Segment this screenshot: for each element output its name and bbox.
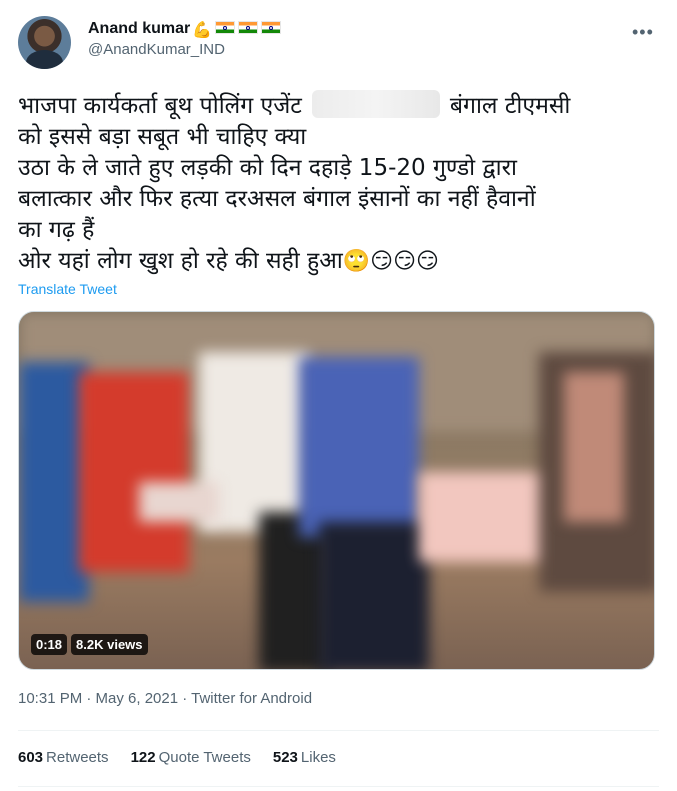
tweet-text-segment: ओर यहां लोग खुश हो रहे की सही हुआ (18, 248, 343, 274)
divider (18, 786, 659, 787)
tweet-line: का गढ़ हैं (18, 217, 95, 243)
quote-tweets-label: Quote Tweets (158, 749, 251, 766)
smirking-face-emoji: 😏 (416, 249, 439, 274)
divider (18, 730, 659, 731)
retweets-stat[interactable]: 603 Retweets (18, 749, 109, 766)
face-rolling-eyes-emoji: 🙄 (342, 249, 371, 274)
tweet-line: भाजपा कार्यकर्ता बूथ पोलिंग एजेंट बंगाल ट… (18, 90, 658, 122)
tweet-text-segment: बंगाल टीएमसी (449, 93, 571, 119)
video-frame-shape (319, 522, 429, 669)
quote-tweets-count: 122 (130, 749, 156, 766)
retweets-count: 603 (18, 749, 44, 766)
likes-count: 523 (272, 749, 298, 766)
author-block: Anand kumar 💪 @AnandKumar_IND (88, 18, 282, 60)
more-options-icon[interactable]: ••• (632, 22, 654, 43)
tweet-line: उठा के ले जाते हुए लड़की को दिन दहाड़े 1… (18, 155, 517, 181)
display-name-row[interactable]: Anand kumar 💪 (88, 18, 282, 40)
video-duration: 0:18 (31, 634, 68, 655)
likes-label: Likes (300, 749, 336, 766)
video-meta: 0:18 8.2K views (31, 634, 148, 655)
handle[interactable]: @AnandKumar_IND (88, 40, 281, 60)
video-frame-shape (79, 372, 189, 572)
video-frame-shape (139, 482, 219, 522)
tweet-line: को इससे बड़ा सबूत भी चाहिए क्या (18, 124, 307, 150)
video-frame-shape (299, 357, 419, 537)
flexed-biceps-emoji: 💪 (192, 22, 213, 39)
tweet-text-segment: भाजपा कार्यकर्ता बूथ पोलिंग एजेंट (18, 93, 302, 119)
quote-tweets-stat[interactable]: 122 Quote Tweets (131, 749, 251, 766)
translate-tweet-link[interactable]: Translate Tweet (18, 281, 117, 297)
avatar[interactable] (18, 16, 71, 69)
display-name[interactable]: Anand kumar (88, 20, 190, 37)
likes-stat[interactable]: 523 Likes (273, 749, 336, 766)
video-player[interactable]: 0:18 8.2K views (18, 311, 655, 670)
india-flag-icon (261, 21, 282, 34)
india-flag-icon (238, 21, 259, 34)
tweet-line: ओर यहां लोग खुश हो रहे की सही हुआ🙄😏😏😏 (18, 246, 658, 277)
tweet-text: भाजपा कार्यकर्ता बूथ पोलिंग एजेंट बंगाल ट… (18, 90, 658, 277)
india-flag-icon (215, 21, 236, 34)
video-frame-shape (564, 372, 624, 522)
name-badges: 💪 (192, 21, 282, 40)
smirking-face-emoji: 😏 (393, 249, 417, 274)
smirking-face-emoji: 😏 (370, 249, 394, 274)
tweet-line: बलात्कार और फिर हत्या दरअसल बंगाल इंसानो… (18, 186, 536, 212)
redacted-blur (311, 90, 440, 118)
retweets-label: Retweets (46, 749, 109, 766)
tweet-timestamp[interactable]: 10:31 PM · May 6, 2021 · Twitter for And… (18, 690, 312, 707)
engagement-stats: 603 Retweets 122 Quote Tweets 523 Likes (18, 749, 336, 766)
video-views: 8.2K views (71, 634, 148, 655)
tweet-card: Anand kumar 💪 @AnandKumar_IND ••• भाजपा क… (0, 0, 677, 791)
